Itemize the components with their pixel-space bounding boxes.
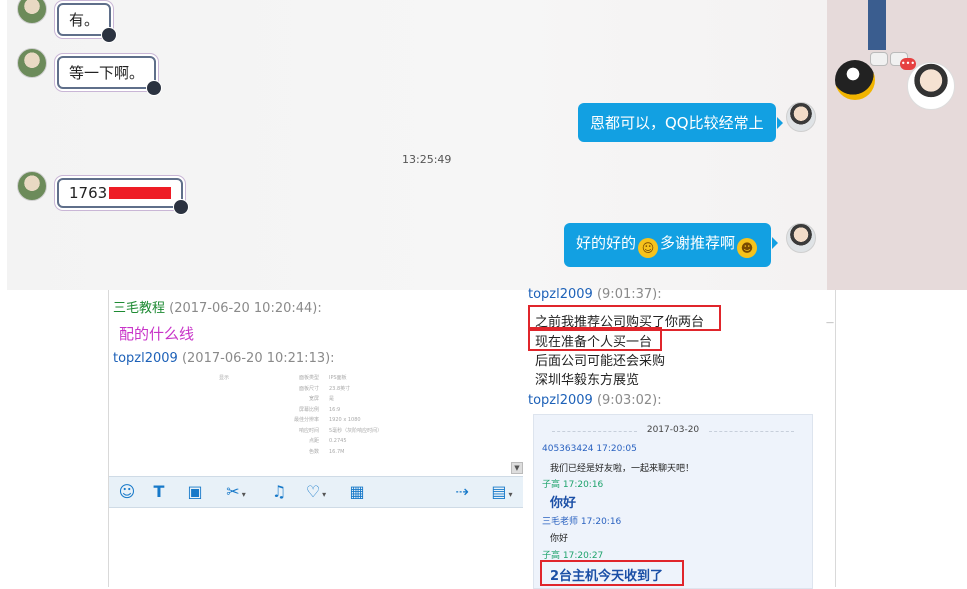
message-text: 等一下啊。	[69, 64, 145, 82]
record-date: 2017-03-20	[534, 425, 812, 435]
shake-button[interactable]: ♫	[264, 482, 294, 502]
shake-icon: ♫	[271, 482, 287, 501]
highlight-box	[528, 327, 662, 351]
contact-avatar[interactable]	[17, 0, 47, 24]
collapse-icon[interactable]: —	[826, 318, 834, 327]
bubble-decoration-icon	[173, 199, 190, 215]
chat-record-screenshot: 2017-03-20 405363424 17:20:05 我们已经是好友啦，一…	[533, 414, 813, 589]
profile-avatar[interactable]	[907, 62, 955, 110]
chat-history: 有。 等一下啊。 恩都可以，QQ比较经常上 13:25:49 1763 好的好的…	[7, 0, 827, 290]
favorites-button[interactable]: ♡ ▾	[299, 482, 333, 502]
message-header: topzl2009 (9:01:37):	[528, 287, 662, 302]
message-text: 多谢推荐啊	[660, 234, 736, 252]
message-text: 好的好的	[576, 234, 637, 252]
sender-name: topzl2009	[113, 351, 178, 366]
chat-window-top: 有。 等一下啊。 恩都可以，QQ比较经常上 13:25:49 1763 好的好的…	[0, 0, 967, 290]
grin-emoji-icon: ☻	[737, 238, 758, 258]
record-message: 你好	[550, 534, 569, 544]
message-text: 1763	[69, 184, 108, 202]
message-bubble: 有。	[57, 3, 118, 43]
screenshot-scissors-button[interactable]: ✂ ▾	[219, 482, 253, 502]
spec-image: 显示 面板类型 IPS面板 面板尺寸 23.8英寸 宽屏是 屏幕比例 16:9 最佳分辨…	[149, 374, 509, 474]
grid-screenshot-icon[interactable]: ▦	[347, 482, 367, 502]
message-line: 后面公司可能还会采购	[535, 354, 666, 369]
spec-row: 点距 0.2745	[308, 438, 347, 444]
highlight-box	[540, 560, 684, 586]
contact-avatar[interactable]	[17, 171, 47, 201]
self-avatar[interactable]	[786, 102, 816, 132]
spec-row: 响应时间 5毫秒（灰阶响应时间）	[298, 427, 383, 434]
chat-window-left: 三毛教程 (2017-06-20 10:20:44): 配的什么线 topzl2…	[108, 290, 525, 587]
heart-icon: ♡	[305, 482, 321, 501]
spec-row: 面板尺寸 23.8英寸	[298, 385, 351, 392]
message-line: 深圳华毅东方展览	[535, 373, 640, 388]
emoji-icon[interactable]: ☺	[117, 482, 137, 502]
message-input-area[interactable]	[109, 507, 524, 587]
message-time: (2017-06-20 10:20:44):	[169, 301, 322, 316]
chat-record-button[interactable]: ▤ ▾	[485, 482, 519, 502]
record-sender: 405363424 17:20:05	[542, 444, 637, 454]
face-emoji-icon: ☺	[638, 238, 659, 258]
message-text: 有。	[69, 11, 100, 29]
message-time: (2017-06-20 10:21:13):	[181, 351, 335, 366]
message-timestamp: 13:25:49	[402, 153, 452, 166]
font-icon[interactable]: T	[149, 482, 169, 502]
image-icon[interactable]: ▣	[185, 482, 205, 502]
chevron-down-icon: ▾	[322, 490, 327, 499]
self-avatar[interactable]	[786, 223, 816, 253]
scissors-icon: ✂	[226, 482, 240, 501]
bubble-decoration-icon	[146, 80, 163, 96]
spec-row: 显示 面板类型 IPS面板	[218, 375, 347, 381]
record-icon: ▤	[491, 482, 507, 501]
qq-penguin-icon	[835, 60, 875, 100]
chevron-down-icon: ▾	[241, 490, 246, 499]
character-illustration	[868, 0, 908, 66]
sender-name: topzl2009	[528, 287, 593, 302]
spec-row: 宽屏是	[308, 396, 335, 402]
spec-row: 色数 16.7M	[308, 448, 345, 455]
bubble-decoration-icon	[101, 27, 118, 43]
message-header: topzl2009 (2017-06-20 10:21:13):	[113, 351, 335, 366]
scroll-down-arrow-icon[interactable]: ▼	[511, 462, 523, 474]
message-header: topzl2009 (9:03:02):	[528, 393, 662, 408]
message-time: (9:03:02):	[596, 393, 662, 408]
spec-row: 屏幕比例 16:9	[298, 406, 341, 413]
redaction-mark	[109, 187, 172, 199]
message-bubble: 1763	[57, 178, 190, 215]
spec-row: 最佳分辨率 1920 x 1080	[293, 417, 361, 423]
forward-icon[interactable]: ⇢	[451, 482, 473, 502]
chat-window-right: topzl2009 (9:01:37): — 之前我推荐公司购买了你两台 现在准…	[523, 287, 836, 589]
message-time: (9:01:37):	[596, 287, 662, 302]
contact-avatar[interactable]	[17, 48, 47, 78]
message-text: 恩都可以，QQ比较经常上	[590, 114, 764, 132]
record-sender: 子高 17:20:16	[542, 480, 604, 490]
message-text: 配的什么线	[119, 325, 195, 343]
chevron-down-icon: ▾	[508, 490, 513, 499]
message-header: 三毛教程 (2017-06-20 10:20:44):	[113, 297, 322, 316]
sender-name: topzl2009	[528, 393, 593, 408]
message-bubble: 等一下啊。	[57, 56, 163, 96]
sender-name: 三毛教程	[113, 301, 166, 316]
record-sender: 三毛老师 17:20:16	[542, 517, 622, 527]
record-message: 我们已经是好友啦，一起来聊天吧！	[550, 464, 695, 474]
input-toolbar: ☺ T ▣ ✂ ▾ ♫ ♡ ▾ ▦ ⇢ ▤ ▾	[109, 476, 524, 508]
message-bubble-self: 好的好的 ☺ 多谢推荐啊 ☻	[564, 223, 779, 267]
record-message: 你好	[550, 496, 577, 511]
message-bubble-self: 恩都可以，QQ比较经常上	[578, 103, 783, 142]
